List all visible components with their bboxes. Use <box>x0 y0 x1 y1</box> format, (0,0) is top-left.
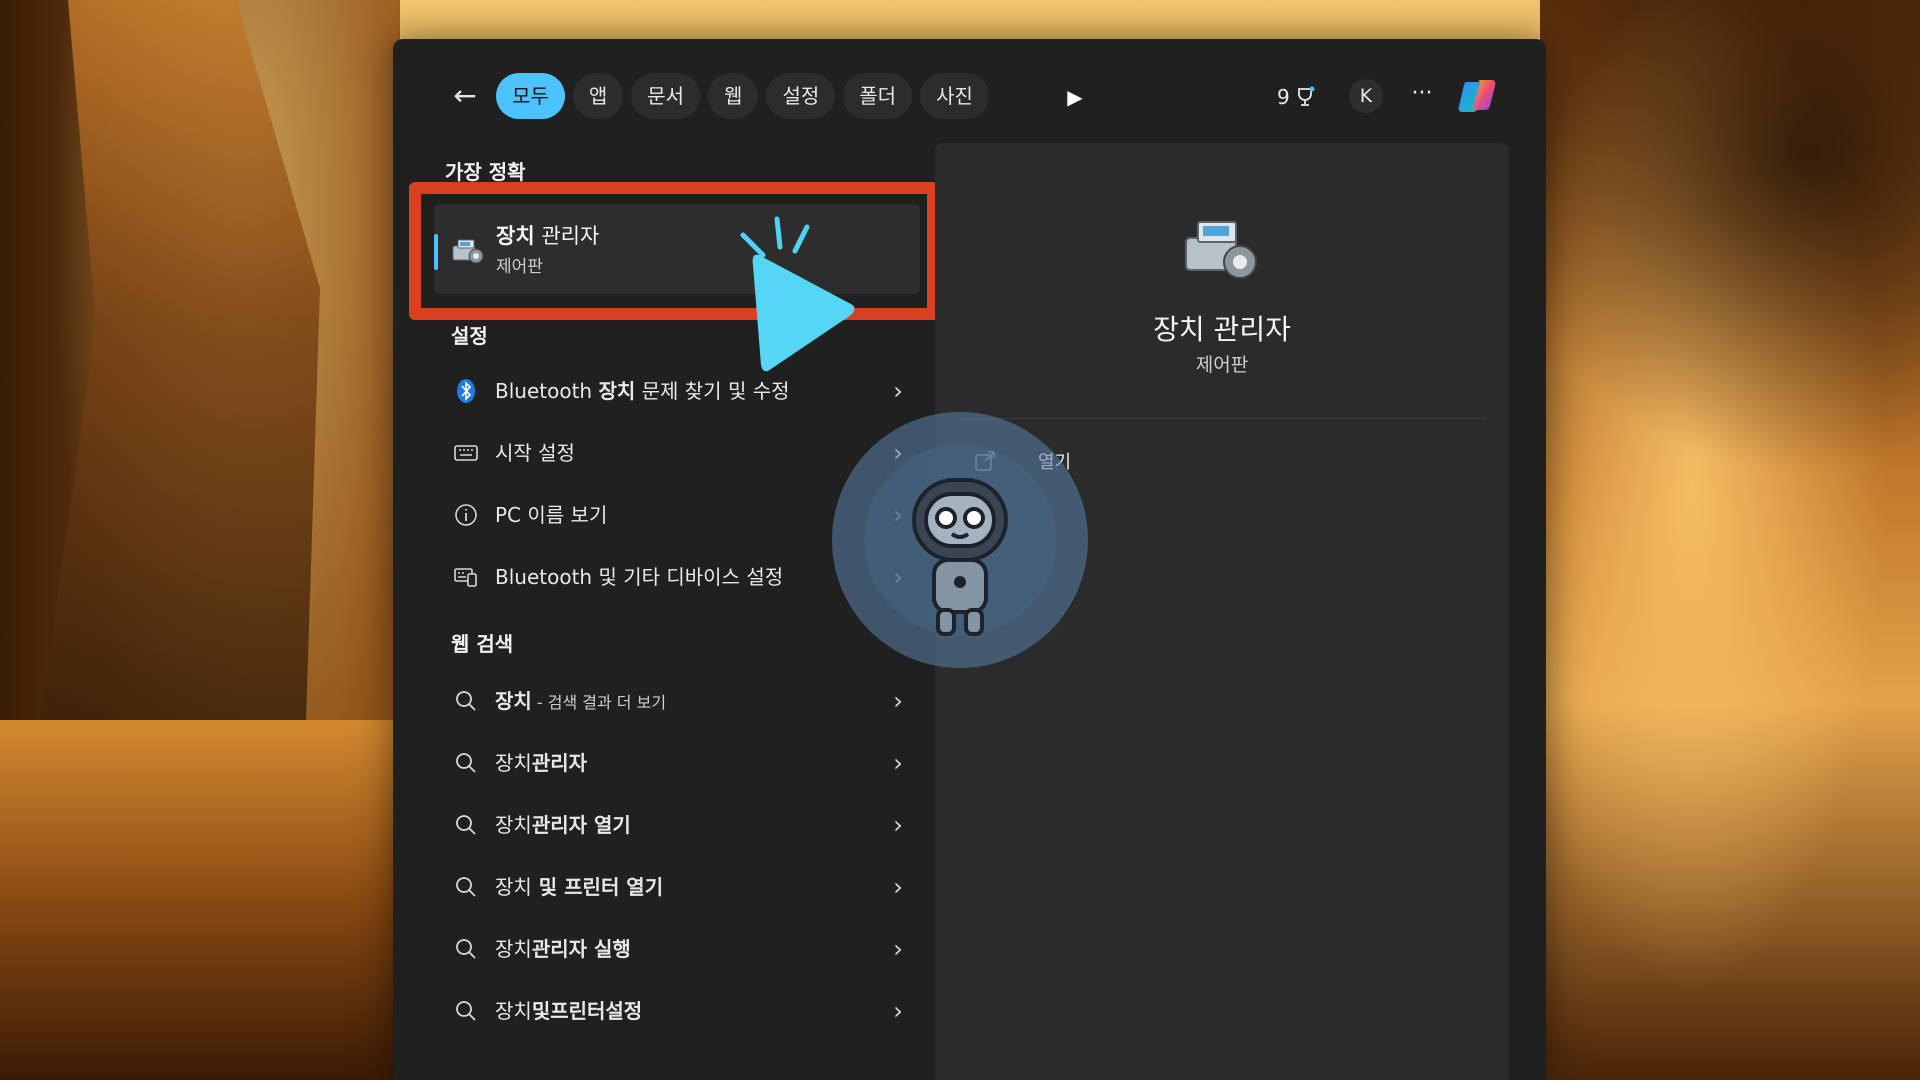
search-icon <box>456 1001 476 1021</box>
filter-tabs: 모두 앱 문서 웹 설정 폴더 사진 <box>496 73 989 121</box>
chevron-right-icon: › <box>893 749 903 777</box>
chevron-right-icon: › <box>893 377 903 405</box>
search-icon <box>456 753 476 773</box>
search-icon <box>456 815 476 835</box>
more-tabs-play-icon[interactable]: ▶ <box>1060 80 1090 114</box>
web-item-device-manager[interactable]: 장치관리자 › <box>437 738 913 788</box>
chevron-right-icon: › <box>893 687 903 715</box>
info-icon <box>455 504 477 526</box>
web-item-label: 장치관리자 <box>495 751 588 775</box>
best-match-heading: 가장 정확 <box>445 160 526 184</box>
web-item-label: 장치 - 검색 결과 더 보기 <box>495 689 667 713</box>
web-item-label: 장치 및 프린터 열기 <box>495 875 664 899</box>
preview-title: 장치 관리자 <box>1153 313 1291 346</box>
tab-web[interactable]: 웹 <box>708 73 759 119</box>
chevron-right-icon: › <box>893 997 903 1025</box>
devices-icon <box>454 568 477 587</box>
search-icon <box>456 877 476 897</box>
rewards-points[interactable]: 9 <box>1277 80 1316 114</box>
settings-item-label: 시작 설정 <box>495 441 575 465</box>
search-icon <box>456 691 476 711</box>
copilot-icon[interactable] <box>1456 74 1500 118</box>
wallpaper-tree <box>1540 0 1920 520</box>
web-item-devices-printers-settings[interactable]: 장치및프린터설정 › <box>437 986 913 1036</box>
robot-mascot-watermark <box>832 412 1088 668</box>
web-search-heading: 웹 검색 <box>451 632 514 656</box>
tab-apps[interactable]: 앱 <box>572 73 624 119</box>
chevron-right-icon: › <box>893 811 903 839</box>
wallpaper-water <box>0 720 400 1080</box>
web-item-label: 장치및프린터설정 <box>495 999 643 1023</box>
account-avatar[interactable]: K <box>1349 79 1383 113</box>
web-item-label: 장치관리자 실행 <box>495 937 631 961</box>
tab-documents[interactable]: 문서 <box>631 73 701 119</box>
settings-item-label: PC 이름 보기 <box>495 503 608 527</box>
bluetooth-icon <box>457 379 475 403</box>
back-button[interactable]: ← <box>447 78 483 114</box>
chevron-right-icon: › <box>893 935 903 963</box>
tab-photos[interactable]: 사진 <box>920 73 989 119</box>
web-item-device-manager-open[interactable]: 장치관리자 열기 › <box>437 800 913 850</box>
click-cursor-icon <box>740 216 855 372</box>
tab-settings[interactable]: 설정 <box>766 73 836 119</box>
web-item-devices-printers-open[interactable]: 장치 및 프린터 열기 › <box>437 862 913 912</box>
search-icon <box>456 939 476 959</box>
chevron-right-icon: › <box>893 873 903 901</box>
keyboard-icon <box>454 445 478 461</box>
trophy-icon <box>1297 86 1315 106</box>
more-options-icon[interactable]: ··· <box>1405 79 1439 113</box>
tab-folders[interactable]: 폴더 <box>843 73 913 119</box>
web-item-device-manager-run[interactable]: 장치관리자 실행 › <box>437 924 913 974</box>
preview-subtitle: 제어판 <box>1195 354 1249 376</box>
web-item-label: 장치관리자 열기 <box>495 813 631 837</box>
settings-item-label: Bluetooth 및 기타 디바이스 설정 <box>495 565 784 589</box>
tab-all[interactable]: 모두 <box>496 73 565 119</box>
points-value: 9 <box>1277 85 1290 109</box>
web-item-device-more[interactable]: 장치 - 검색 결과 더 보기 › <box>437 676 913 726</box>
device-manager-icon <box>1185 221 1257 279</box>
settings-heading: 설정 <box>451 324 488 348</box>
